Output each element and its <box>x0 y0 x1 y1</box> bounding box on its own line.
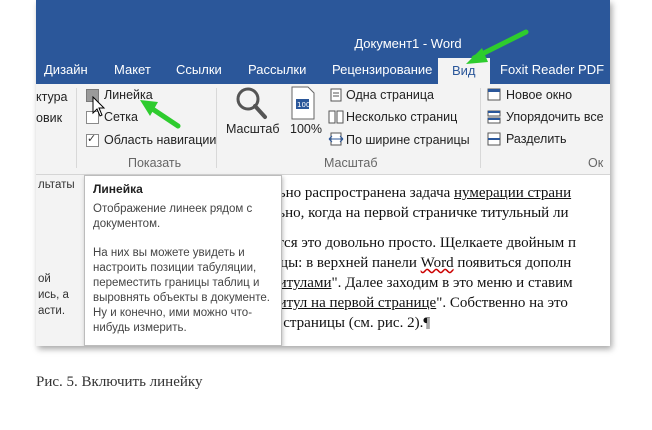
doc-line: ольно распространена задача нумерации ст… <box>264 185 571 202</box>
word-screenshot: Документ1 - Word Дизайн Макет Ссылки Рас… <box>36 0 610 346</box>
doc-text: ается это довольно просто. Щелкаете двой… <box>264 235 576 251</box>
doc-text: ольно распространена задача <box>264 185 455 201</box>
doc-line: ницы: в верхней панели Word появиться до… <box>264 255 571 272</box>
doc-text: ницы: в верхней панели <box>264 255 421 271</box>
group-name-window: Ок <box>588 156 604 170</box>
tooltip-title: Линейка <box>93 182 143 196</box>
doc-text: ". Собственно на это <box>436 295 568 311</box>
nav-text: ой <box>38 273 51 285</box>
doc-link[interactable]: нумерации страни <box>454 185 571 201</box>
nav-text: льтаты <box>38 179 75 191</box>
ruler-tooltip: Линейка Отображение линеек рядом с докум… <box>84 175 282 346</box>
tooltip-description: Отображение линеек рядом с документом. <box>93 203 253 230</box>
doc-text: появиться дополн <box>453 255 572 271</box>
navigation-pane: льтаты ой ись, а асти. <box>36 175 85 346</box>
doc-line: нтитул на первой странице". Собственно н… <box>264 295 568 312</box>
doc-text: ой страницы (см. рис. 2).¶ <box>264 315 431 331</box>
tooltip-details: На них вы можете увидеть и настроить поз… <box>93 247 270 334</box>
doc-line: нтитулами". Далее заходим в это меню и с… <box>264 275 573 292</box>
green-arrow-icon <box>140 29 529 129</box>
doc-line: ой страницы (см. рис. 2).¶ <box>264 315 430 332</box>
doc-word: Word <box>420 255 454 271</box>
group-name-zoom: Масштаб <box>324 156 378 170</box>
nav-text: асти. <box>38 305 66 317</box>
doc-text: ально, когда на первой страничке титульн… <box>264 205 569 221</box>
doc-text: ". Далее заходим в это меню и ставим <box>331 275 573 291</box>
nav-text: ись, а <box>38 289 69 301</box>
doc-line: ально, когда на первой страничке титульн… <box>264 205 568 222</box>
doc-text: нтитул на первой странице <box>264 295 437 311</box>
group-name-show: Показать <box>128 156 182 170</box>
doc-line: ается это довольно просто. Щелкаете двой… <box>264 235 576 252</box>
figure-caption: Рис. 5. Включить линейку <box>36 374 203 390</box>
